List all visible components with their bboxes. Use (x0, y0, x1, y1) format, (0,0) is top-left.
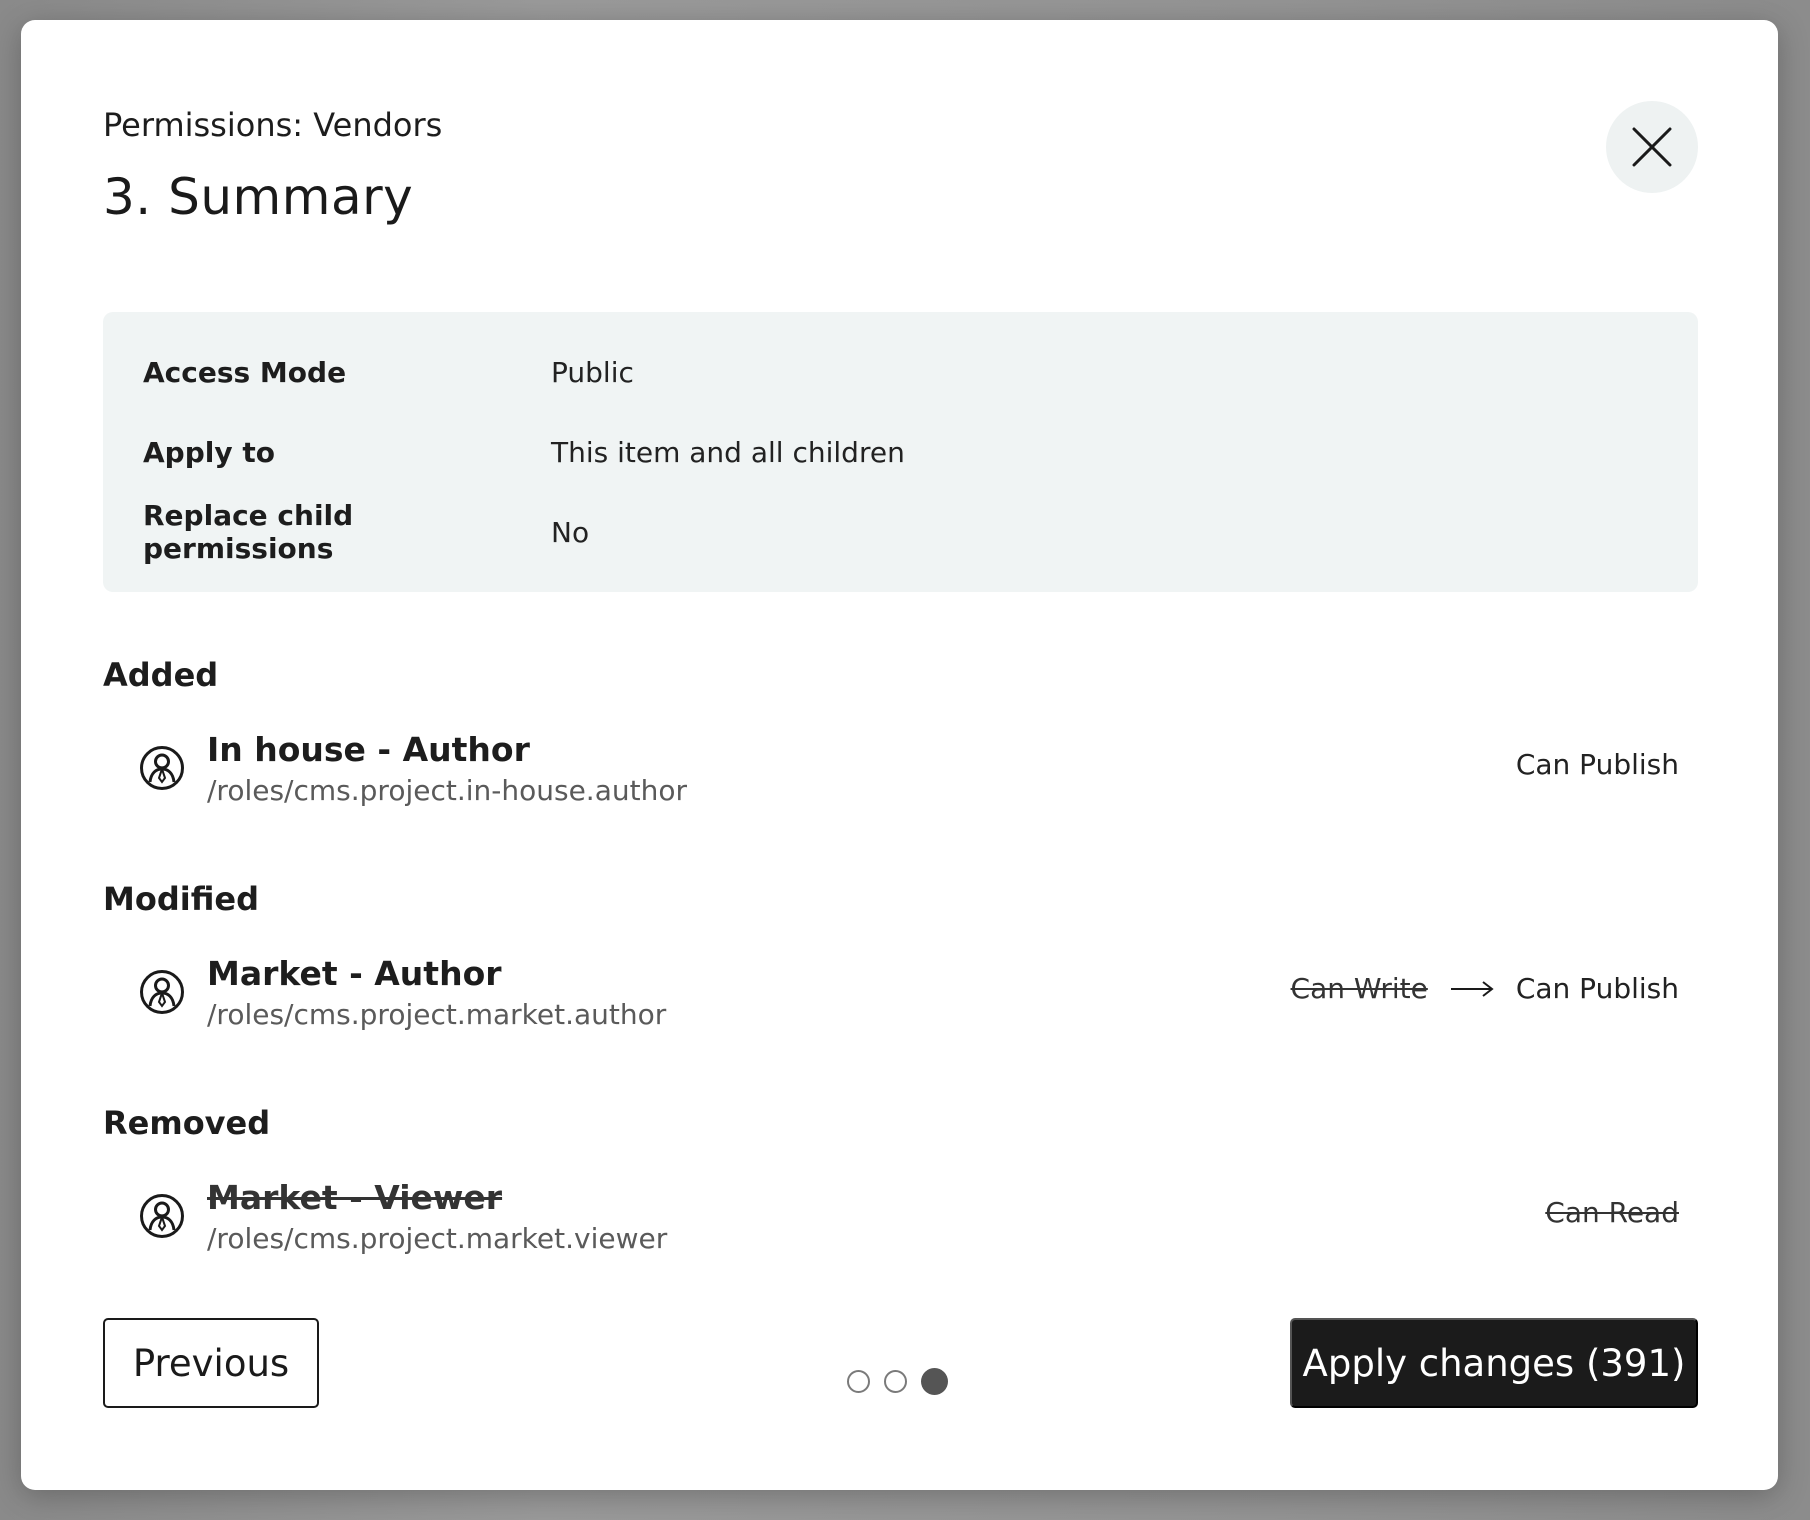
role-row-modified: Market - Author /roles/cms.project.marke… (139, 954, 1679, 1034)
role-path: /roles/cms.project.market.viewer (207, 1222, 668, 1255)
role-permission-change: Can Write Can Publish (1291, 972, 1679, 1005)
step-dot-1[interactable] (847, 1370, 870, 1393)
role-permission: Can Read (1545, 1196, 1679, 1229)
close-icon (1632, 127, 1672, 167)
summary-row-apply-to: Apply to This item and all children (143, 432, 905, 472)
role-permission: Can Publish (1516, 748, 1679, 781)
role-row-removed: Market - Viewer /roles/cms.project.marke… (139, 1178, 1679, 1258)
apply-changes-button[interactable]: Apply changes (391) (1290, 1318, 1698, 1408)
summary-label: Apply to (143, 435, 275, 469)
role-name: Market - Author (207, 954, 502, 993)
modal-subtitle: Permissions: Vendors (103, 106, 443, 144)
summary-row-replace-child: Replace child permissions No (143, 499, 590, 565)
summary-panel: Access Mode Public Apply to This item an… (103, 312, 1698, 592)
summary-label: Access Mode (143, 355, 347, 389)
summary-value: Public (551, 355, 634, 389)
permission-value: Can Publish (1515, 748, 1679, 781)
section-heading-modified: Modified (103, 880, 260, 918)
summary-value: No (551, 515, 590, 549)
summary-value: This item and all children (551, 435, 905, 469)
role-path: /roles/cms.project.market.author (207, 998, 667, 1031)
previous-button[interactable]: Previous (103, 1318, 319, 1408)
permissions-modal: Permissions: Vendors 3. Summary Access M… (21, 20, 1778, 1490)
user-role-icon (140, 1194, 184, 1238)
step-indicator (847, 1368, 948, 1395)
arrow-right-icon (1450, 979, 1494, 999)
close-button[interactable] (1606, 101, 1698, 193)
role-row-added: In house - Author /roles/cms.project.in-… (139, 730, 1679, 810)
section-heading-removed: Removed (103, 1104, 271, 1142)
page-title: 3. Summary (103, 168, 414, 226)
role-name: Market - Viewer (207, 1178, 503, 1217)
step-dot-2[interactable] (884, 1370, 907, 1393)
user-role-icon (140, 970, 184, 1014)
summary-label: Replace child permissions (143, 499, 354, 565)
summary-row-access-mode: Access Mode Public (143, 352, 634, 392)
step-dot-3[interactable] (921, 1368, 948, 1395)
role-name: In house - Author (207, 730, 530, 769)
old-permission: Can Write (1290, 972, 1428, 1005)
user-role-icon (140, 746, 184, 790)
permission-value: Can Read (1545, 1196, 1679, 1229)
section-heading-added: Added (103, 656, 219, 694)
new-permission: Can Publish (1515, 972, 1679, 1005)
role-path: /roles/cms.project.in-house.author (207, 774, 687, 807)
